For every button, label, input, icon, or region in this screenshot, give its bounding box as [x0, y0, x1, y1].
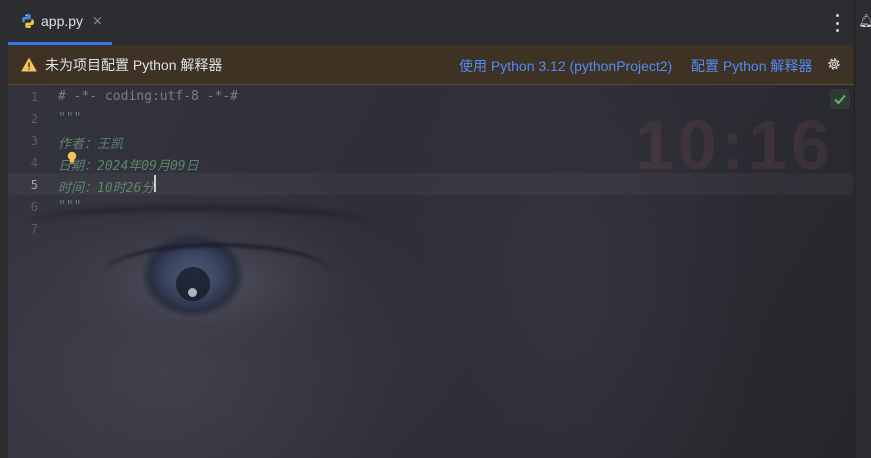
configure-interpreter-link[interactable]: 配置 Python 解释器 — [691, 56, 812, 76]
line-number-gutter: 1 2 3 4 5 6 7 — [8, 85, 50, 458]
editor-window: 10:16 app.py × 未为项目配置 Python 解释器 使用 Pyth… — [0, 0, 871, 458]
banner-message: 未为项目配置 Python 解释器 — [45, 56, 223, 73]
code-line[interactable]: 作者：王凯 — [58, 133, 123, 152]
checkmark-icon — [834, 94, 846, 105]
close-icon[interactable]: × — [92, 14, 103, 29]
right-tool-strip: 🔔︎ — [854, 0, 871, 458]
line-number: 7 — [30, 222, 38, 236]
warning-icon — [21, 57, 37, 71]
code-line[interactable]: """ — [58, 111, 81, 126]
left-tool-strip — [0, 0, 8, 458]
text-caret — [154, 175, 156, 192]
tab-label: app.py — [41, 13, 84, 29]
line-number: 2 — [30, 112, 38, 126]
editor-background-image: 10:16 — [8, 45, 854, 458]
bg-glint — [188, 288, 197, 297]
lightbulb-icon[interactable] — [66, 151, 78, 165]
code-line[interactable]: """ — [58, 199, 81, 214]
editor-tab-bar: app.py × — [8, 0, 854, 46]
line-number: 4 — [30, 156, 38, 170]
code-line-current[interactable]: 时间：10时26分 — [58, 177, 154, 196]
bg-eyelash — [103, 243, 333, 307]
python-icon — [22, 14, 34, 28]
code-line[interactable]: # -*- coding:utf-8 -*-# — [58, 89, 238, 104]
line-number: 3 — [30, 134, 38, 148]
tab-app-py[interactable]: app.py × — [8, 0, 112, 45]
code-line[interactable]: 日期：2024年09月09日 — [58, 155, 199, 174]
notifications-icon[interactable]: 🔔︎ — [858, 14, 871, 29]
line-number: 1 — [30, 90, 38, 104]
inspection-ok-icon[interactable] — [830, 89, 850, 109]
gear-icon[interactable] — [826, 56, 842, 72]
interpreter-warning-banner: 未为项目配置 Python 解释器 使用 Python 3.12 (python… — [8, 45, 854, 85]
line-number-current: 5 — [30, 178, 38, 192]
line-number: 6 — [30, 200, 38, 214]
use-interpreter-link[interactable]: 使用 Python 3.12 (pythonProject2) — [459, 56, 672, 76]
more-options-icon[interactable] — [834, 14, 840, 32]
